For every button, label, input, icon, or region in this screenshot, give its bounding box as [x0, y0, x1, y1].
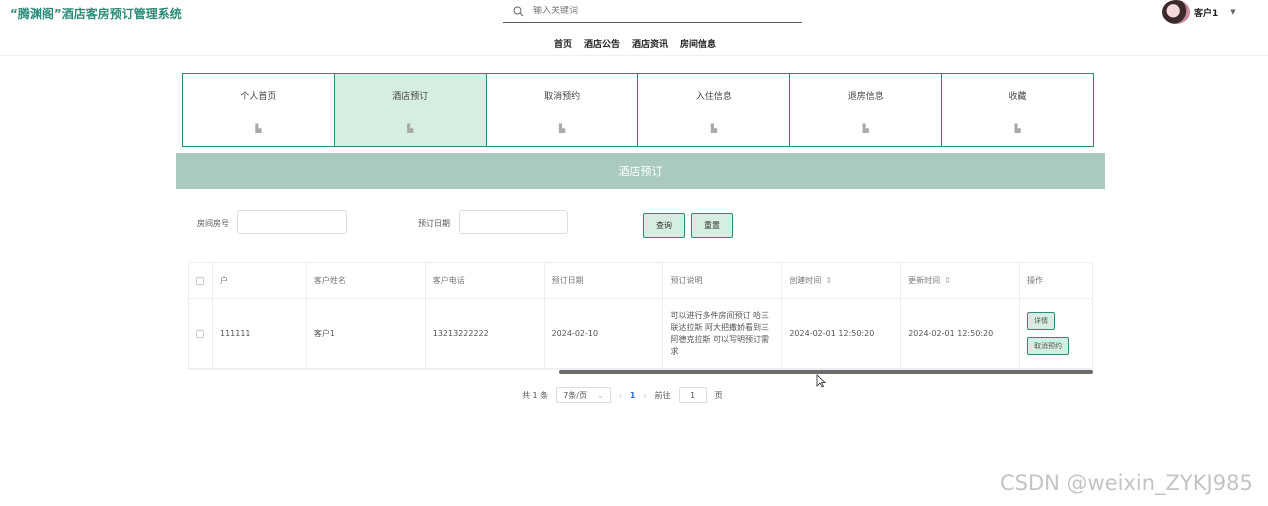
mouse-pointer-icon: [816, 373, 827, 392]
cell-phone: 13213222222: [426, 299, 545, 368]
menu-label: 酒店预订: [392, 92, 429, 102]
watermark: CSDN @weixin_ZYKJ985: [1000, 471, 1253, 495]
avatar[interactable]: [1162, 0, 1190, 24]
main-nav: 首页 酒店公告 酒店资讯 房间信息: [554, 37, 716, 50]
col-updated-label: 更新时间: [908, 276, 941, 285]
nav-notices[interactable]: 酒店公告: [584, 37, 620, 50]
nav-rooms[interactable]: 房间信息: [680, 37, 716, 50]
center-menu: 个人首页 ▙ 酒店预订 ▙ 取消预约 ▙ 入住信息 ▙ 退房信息 ▙ 收藏 ▙: [182, 73, 1094, 147]
col-account: 户: [213, 263, 307, 298]
menu-icon: ▙: [407, 124, 414, 133]
col-actions: 操作: [1027, 276, 1044, 285]
booking-table: 户 客户姓名 客户电话 预订日期 预订说明 创建时间 ⇕ 更新时间 ⇕ 操作 111…: [188, 262, 1093, 370]
booking-date-label: 预订日期: [418, 219, 450, 228]
pagination: 共 1 条 7条/页 ⌄ ‹ 1 › 前往 1 页: [522, 387, 723, 403]
search-input[interactable]: [533, 6, 783, 16]
table-row: 111111 客户1 13213222222 2024-02-10 可以进行多件…: [189, 299, 1092, 369]
menu-favorites[interactable]: 收藏 ▙: [942, 74, 1093, 146]
chevron-down-icon[interactable]: ▼: [1230, 8, 1235, 16]
col-desc: 预订说明: [663, 263, 783, 298]
search-box[interactable]: [503, 0, 802, 23]
menu-icon: ▙: [1014, 124, 1021, 133]
page-unit-label: 页: [714, 390, 723, 400]
menu-icon: ▙: [558, 124, 566, 133]
nav-news[interactable]: 酒店资讯: [632, 37, 668, 50]
menu-hotel-booking[interactable]: 酒店预订 ▙: [334, 74, 487, 146]
menu-personal-home[interactable]: 个人首页 ▙: [183, 74, 335, 146]
query-button[interactable]: 查询: [643, 213, 685, 238]
room-no-input[interactable]: [237, 210, 347, 234]
cell-desc: 可以进行多件房间预订 哈三联达拉斯 阿大把撒娇看到三阿德克拉斯 可以写明预订需求: [663, 299, 783, 368]
menu-label: 收藏: [1008, 92, 1027, 102]
page-number[interactable]: 1: [630, 391, 636, 400]
cell-account: 111111: [213, 299, 307, 368]
next-page-icon[interactable]: ›: [643, 391, 646, 400]
cell-date: 2024-02-10: [545, 299, 664, 368]
chevron-down-icon: ⌄: [596, 390, 604, 400]
menu-label: 入住信息: [695, 92, 732, 102]
cell-name: 客户1: [307, 299, 426, 368]
menu-label: 退房信息: [847, 92, 884, 102]
table-horizontal-scrollbar[interactable]: [559, 370, 1093, 374]
goto-page-input[interactable]: 1: [678, 387, 707, 403]
user-menu[interactable]: 客户1 ▼: [1162, 0, 1236, 24]
cell-updated: 2024-02-01 12:50:20: [901, 299, 1021, 368]
search-icon[interactable]: [503, 6, 533, 17]
cancel-booking-button[interactable]: 取消预约: [1027, 337, 1070, 355]
col-name: 客户姓名: [307, 263, 426, 298]
page-size-select[interactable]: 7条/页 ⌄: [556, 387, 611, 403]
section-title: 酒店预订: [176, 153, 1105, 189]
goto-label: 前往: [654, 390, 671, 400]
col-phone: 客户电话: [426, 263, 545, 298]
menu-icon: ▙: [255, 124, 262, 133]
cell-created: 2024-02-01 12:50:20: [782, 299, 902, 368]
prev-page-icon[interactable]: ‹: [619, 391, 622, 400]
detail-button[interactable]: 详情: [1027, 312, 1056, 330]
menu-label: 取消预约: [544, 92, 581, 102]
col-created-label: 创建时间: [789, 276, 822, 285]
user-name[interactable]: 客户1: [1194, 6, 1218, 19]
menu-icon: ▙: [710, 124, 717, 133]
menu-icon: ▙: [862, 124, 869, 133]
row-select-cell[interactable]: [189, 299, 213, 368]
select-all-checkbox[interactable]: [196, 276, 204, 285]
reset-button[interactable]: 重置: [691, 213, 733, 238]
site-brand: “腾渊阁”酒店客房预订管理系统: [10, 7, 182, 21]
col-date: 预订日期: [545, 263, 664, 298]
room-no-label: 房间房号: [197, 219, 229, 228]
nav-home[interactable]: 首页: [554, 37, 572, 50]
booking-date-input[interactable]: [459, 210, 568, 234]
sort-icon[interactable]: ⇕: [825, 276, 832, 285]
cell-actions: 详情 取消预约: [1020, 299, 1092, 368]
col-updated[interactable]: 更新时间 ⇕: [901, 263, 1021, 298]
menu-checkout-info[interactable]: 退房信息 ▙: [790, 74, 943, 146]
top-bar: “腾渊阁”酒店客房预订管理系统 首页 酒店公告 酒店资讯 房间信息 客户1 ▼: [0, 0, 1268, 56]
sort-icon[interactable]: ⇕: [944, 276, 951, 285]
table-header-row: 户 客户姓名 客户电话 预订日期 预订说明 创建时间 ⇕ 更新时间 ⇕ 操作: [189, 263, 1092, 299]
page-size-value: 7条/页: [563, 390, 587, 400]
col-created[interactable]: 创建时间 ⇕: [782, 263, 902, 298]
menu-label: 个人首页: [240, 92, 277, 102]
menu-cancel-booking[interactable]: 取消预约 ▙: [486, 74, 639, 146]
menu-checkin-info[interactable]: 入住信息 ▙: [638, 74, 791, 146]
row-checkbox[interactable]: [196, 329, 204, 338]
total-count: 共 1 条: [522, 390, 549, 400]
select-all-cell[interactable]: [189, 263, 213, 298]
